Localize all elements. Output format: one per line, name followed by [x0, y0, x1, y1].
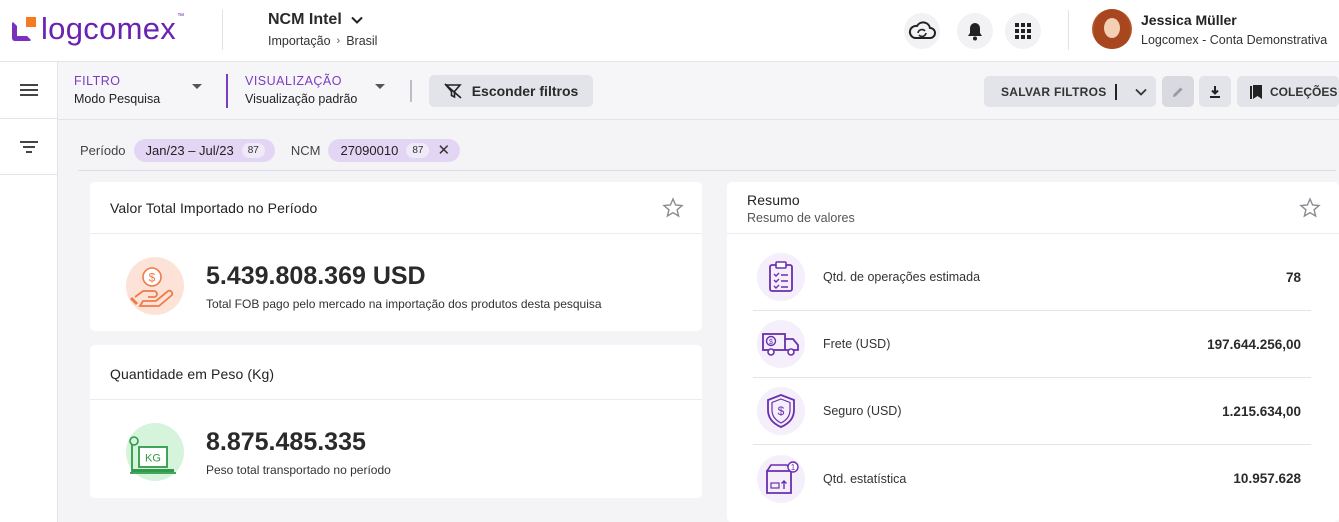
ncm-chip-value: 27090010 [340, 143, 399, 158]
filter-bar: FILTRO Modo Pesquisa VISUALIZAÇÃO Visual… [58, 62, 1339, 120]
summary-row: $ Seguro (USD) 1.215.634,00 [753, 378, 1311, 445]
logo-mark-icon [12, 16, 36, 41]
card-title: Quantidade em Peso (Kg) [110, 366, 275, 382]
edit-button[interactable] [1162, 76, 1194, 107]
bell-icon [968, 23, 982, 41]
divider [222, 10, 223, 50]
user-org: Logcomex - Conta Demonstrativa [1141, 33, 1328, 47]
view-label: VISUALIZAÇÃO [245, 74, 342, 88]
summary-row: Qtd. de operações estimada 78 [753, 244, 1311, 311]
save-filters-label: SALVAR FILTROS [1001, 84, 1107, 99]
weight-value: 8.875.485.335 [206, 427, 366, 456]
summary-row-label: Qtd. de operações estimada [823, 270, 981, 284]
summary-row: $ Frete (USD) 197.644.256,00 [753, 311, 1311, 378]
apps-grid-icon [1015, 23, 1031, 39]
summary-row-label: Frete (USD) [823, 337, 891, 351]
summary-row-value: 197.644.256,00 [1207, 336, 1301, 352]
summary-row-label: Seguro (USD) [823, 404, 902, 418]
card-title: Valor Total Importado no Período [110, 200, 318, 216]
hamburger-menu-icon [20, 84, 38, 96]
breadcrumb-item: Importação [268, 34, 331, 48]
ncm-chip[interactable]: 27090010 87 ✕ [328, 139, 461, 162]
summary-card: Resumo Resumo de valores Qtd. de operaçõ… [727, 182, 1339, 522]
ncm-chip-count: 87 [406, 143, 430, 158]
left-rail [0, 62, 58, 522]
divider [410, 80, 412, 102]
clipboard-checklist-icon [757, 253, 805, 301]
filter-off-icon [443, 83, 462, 99]
bookmark-stack-icon [1250, 84, 1262, 99]
weight-desc: Peso total transportado no período [206, 462, 391, 477]
svg-text:1: 1 [791, 463, 796, 472]
weight-card: Quantidade em Peso (Kg) KG 8.875.485.335… [90, 345, 702, 498]
view-value: Visualização padrão [245, 92, 358, 106]
filter-mode-select[interactable]: FILTRO Modo Pesquisa [74, 74, 206, 106]
svg-text:$: $ [778, 404, 785, 418]
module-selector[interactable]: NCM Intel Importação › Brasil [268, 11, 377, 48]
star-icon[interactable] [662, 197, 684, 219]
divider [1068, 10, 1069, 50]
hide-filters-button[interactable]: Esconder filtros [429, 75, 593, 107]
notifications-button[interactable] [957, 13, 993, 49]
shield-dollar-icon: $ [757, 387, 805, 435]
svg-text:$: $ [769, 339, 773, 346]
summary-row-value: 10.957.628 [1233, 471, 1301, 486]
star-icon[interactable] [1299, 197, 1321, 219]
collections-button[interactable]: COLEÇÕES [1237, 76, 1339, 107]
period-chip[interactable]: Jan/23 – Jul/23 87 [133, 139, 275, 162]
caret-down-icon [192, 84, 202, 89]
hide-filters-label: Esconder filtros [471, 83, 579, 99]
download-button[interactable] [1199, 76, 1231, 107]
breadcrumb-item: Brasil [346, 34, 378, 48]
summary-row-value: 78 [1285, 269, 1301, 285]
filter-panel-button[interactable] [0, 119, 58, 175]
total-value-desc: Total FOB pago pelo mercado na importaçã… [206, 296, 602, 311]
close-icon[interactable]: ✕ [437, 143, 450, 158]
money-hand-icon: $ [126, 257, 184, 315]
summary-row-value: 1.215.634,00 [1222, 403, 1301, 419]
cloud-sync-button[interactable] [904, 13, 940, 49]
brand-name: logcomex [41, 11, 177, 46]
svg-text:KG: KG [145, 453, 161, 465]
svg-text:$: $ [149, 271, 156, 285]
divider [78, 170, 1336, 171]
period-chip-value: Jan/23 – Jul/23 [145, 143, 234, 158]
menu-button[interactable] [0, 62, 58, 119]
apps-button[interactable] [1005, 13, 1041, 49]
card-subtitle: Resumo de valores [747, 211, 855, 225]
logcomex-logo[interactable]: logcomex ™ [12, 13, 184, 44]
chevron-down-icon [351, 16, 363, 24]
total-value: 5.439.808.369 USD [206, 261, 426, 290]
filter-lines-icon [20, 140, 38, 153]
period-chip-count: 87 [241, 143, 265, 158]
total-value-card: Valor Total Importado no Período $ 5.439… [90, 182, 702, 331]
summary-row: 1 Qtd. estatística 10.957.628 [753, 445, 1311, 512]
save-filters-button[interactable]: SALVAR FILTROS [984, 76, 1156, 107]
filter-value: Modo Pesquisa [74, 92, 161, 106]
chevron-down-icon[interactable] [1134, 88, 1147, 96]
scale-kg-icon: KG [126, 423, 184, 481]
period-chip-label: Período [80, 143, 126, 158]
filter-label: FILTRO [74, 74, 121, 88]
breadcrumb: Importação › Brasil [268, 34, 377, 48]
truck-dollar-icon: $ [757, 320, 805, 368]
caret-down-icon [375, 84, 385, 89]
card-title: Resumo [747, 192, 800, 208]
cloud-sync-icon [908, 21, 936, 39]
ncm-chip-label: NCM [290, 143, 321, 158]
collections-label: COLEÇÕES [1270, 84, 1338, 99]
view-select[interactable]: VISUALIZAÇÃO Visualização padrão [226, 74, 386, 108]
chevron-right-icon: › [336, 35, 341, 47]
top-header: logcomex ™ NCM Intel Importação › Brasil [0, 0, 1339, 62]
box-badge-icon: 1 [757, 454, 805, 503]
download-icon [1210, 85, 1220, 98]
user-name[interactable]: Jessica Müller [1141, 12, 1237, 28]
pencil-icon [1173, 87, 1183, 97]
module-title: NCM Intel [268, 11, 342, 28]
avatar[interactable] [1092, 9, 1132, 49]
summary-row-label: Qtd. estatística [823, 471, 907, 486]
active-filters: Período Jan/23 – Jul/23 87 NCM 27090010 … [80, 139, 470, 162]
